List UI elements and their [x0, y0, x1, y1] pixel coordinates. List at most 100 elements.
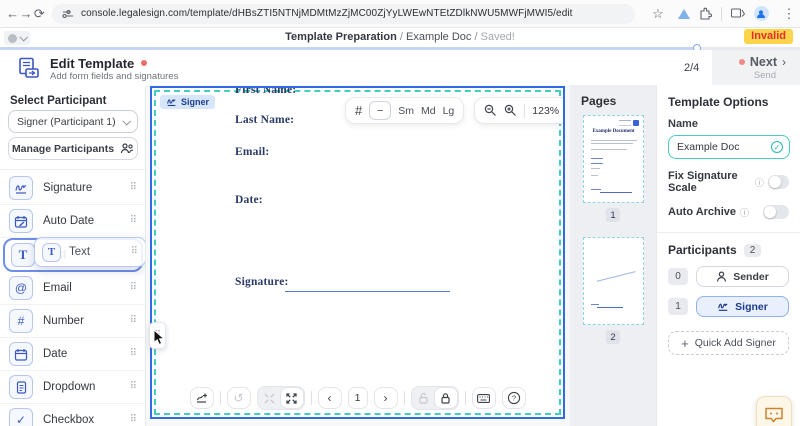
zoom-in-icon[interactable] [504, 104, 517, 117]
invalid-status-badge: Invalid [744, 29, 793, 44]
drag-handle-icon[interactable]: ⠿ [130, 183, 137, 193]
checkbox-icon: ✓ [9, 408, 33, 426]
undo-button[interactable]: ↺ [226, 387, 251, 409]
name-label: Name [668, 118, 698, 130]
size-lg-button[interactable]: Lg [443, 105, 455, 117]
thumb-diagonal-line [596, 271, 636, 282]
help-button[interactable]: ? [501, 387, 526, 409]
placed-signer-field[interactable]: Signer [160, 95, 216, 109]
extension-triangle-icon[interactable] [677, 8, 690, 19]
signature-line [285, 291, 450, 292]
size-sm-button[interactable]: Sm [398, 105, 414, 117]
quick-add-signer-button[interactable]: + Quick Add Signer [668, 331, 789, 355]
drag-handle-icon[interactable]: ⠿ [130, 349, 137, 359]
browser-back-icon[interactable]: ← [6, 6, 19, 21]
next-page-button[interactable]: › [373, 387, 398, 409]
zoom-out-icon[interactable] [484, 104, 497, 117]
next-send-button[interactable]: Next › Send [712, 50, 800, 85]
info-icon[interactable]: ⓘ [755, 176, 764, 189]
sender-pill[interactable]: Sender [696, 266, 789, 287]
unlock-icon[interactable] [413, 388, 435, 408]
current-page-number[interactable]: 1 [347, 387, 368, 409]
browser-reload-icon[interactable]: ⟳ [33, 6, 46, 22]
browser-forward-icon[interactable]: → [19, 6, 32, 21]
drag-handle-icon[interactable]: ⠿ [130, 415, 137, 425]
keyboard-shortcuts-button[interactable] [471, 387, 496, 409]
signer-pill[interactable]: Signer [696, 296, 789, 317]
auto-archive-label: Auto Archive [668, 206, 737, 218]
drag-handle-icon: ⠿ [130, 246, 138, 257]
divider [403, 391, 405, 405]
add-signature-stamp-button[interactable] [189, 387, 214, 409]
chevron-down-icon [122, 116, 131, 126]
chat-widget-button[interactable] [756, 396, 792, 426]
previous-page-button[interactable]: ‹ [317, 387, 342, 409]
field-item-dropdown[interactable]: Dropdown ⠿ [0, 371, 145, 404]
thumb-text-line [591, 140, 637, 141]
info-icon[interactable]: ⓘ [740, 206, 749, 219]
field-item-number[interactable]: # Number ⠿ [0, 305, 145, 338]
doc-field-label: Signature: [235, 276, 289, 288]
participants-header: Participants 2 [668, 243, 789, 257]
drag-handle-icon[interactable]: ⠿ [130, 216, 137, 226]
signer-badge-label: Signer [181, 97, 210, 107]
auto-archive-toggle[interactable] [763, 205, 789, 219]
fix-signature-scale-toggle[interactable] [767, 175, 789, 189]
quick-add-signer-label: Quick Add Signer [694, 337, 776, 349]
extensions-puzzle-icon[interactable] [699, 7, 712, 20]
drag-handle-icon[interactable]: ⠿ [130, 382, 137, 392]
invalid-dot-icon [738, 59, 745, 65]
field-item-signature[interactable]: Signature ⠿ [0, 172, 145, 205]
step-counter: 2/4 [684, 62, 700, 74]
field-item-checkbox[interactable]: ✓ Checkbox ⠿ [0, 404, 145, 426]
breadcrumb: Template Preparation / Example Doc / Sav… [0, 31, 800, 43]
breadcrumb-section: Template Preparation [285, 31, 397, 43]
site-info-icon[interactable] [62, 8, 74, 20]
drop-zone-border [154, 90, 561, 415]
grid-decrease-button[interactable]: − [369, 101, 392, 120]
media-controls-icon[interactable] [730, 8, 745, 19]
doc-field-label: Last Name: [235, 114, 295, 126]
auto-archive-row: Auto Archive ⓘ [668, 205, 789, 219]
browser-menu-icon[interactable]: ⋮ [778, 6, 800, 22]
bookmark-star-icon[interactable]: ☆ [647, 6, 669, 22]
lock-icon[interactable] [434, 388, 457, 408]
grid-icon[interactable]: # [355, 103, 362, 118]
chevron-right-icon: › [782, 55, 786, 69]
template-options-panel: Template Options Name ✓ Fix Signature Sc… [656, 85, 800, 426]
collapse-view-icon[interactable] [259, 388, 281, 408]
text-icon: T [42, 242, 61, 262]
field-item-auto-date[interactable]: Auto Date ⠿ [0, 205, 145, 238]
dropdown-icon [9, 375, 33, 399]
field-item-email[interactable]: @ Email ⠿ [0, 272, 145, 305]
thumb-field-line [591, 158, 603, 159]
drag-ghost-label: Text [69, 246, 91, 258]
page-number-badge: 1 [606, 208, 620, 222]
participant-dropdown[interactable]: Signer (Participant 1) [8, 110, 138, 133]
email-icon: @ [9, 276, 33, 300]
zoom-card: 123% [474, 97, 563, 124]
number-icon: # [9, 309, 33, 333]
auto-date-icon [9, 209, 33, 233]
thumb-signature-line [597, 307, 623, 308]
drag-handle-icon[interactable]: ⠿ [130, 283, 137, 293]
address-bar[interactable]: console.legalesign.com/template/dHBsZTI5… [51, 3, 635, 24]
page-thumbnail-2[interactable] [583, 237, 644, 325]
size-md-button[interactable]: Md [421, 105, 436, 117]
thumb-text-line [591, 143, 633, 144]
pages-title: Pages [581, 94, 617, 108]
manage-participants-button[interactable]: Manage Participants [8, 137, 138, 160]
field-item-date[interactable]: Date ⠿ [0, 338, 145, 371]
page-thumbnail-1[interactable]: Example Document [583, 115, 644, 203]
edit-template-icon [19, 57, 39, 78]
wizard-header: Edit Template Add form fields and signat… [0, 50, 800, 85]
zoom-level-value: 123% [532, 104, 560, 117]
field-label: Dropdown [43, 381, 96, 393]
page-title: Edit Template [50, 56, 135, 71]
breadcrumb-doc: Example Doc [406, 31, 472, 43]
expand-view-icon[interactable] [280, 388, 303, 408]
profile-avatar[interactable] [753, 6, 769, 21]
drag-handle-icon[interactable]: ⠿ [130, 316, 137, 326]
divider [720, 6, 722, 21]
document-page[interactable]: First Name: Last Name: Email: Date: Sign… [150, 86, 565, 419]
